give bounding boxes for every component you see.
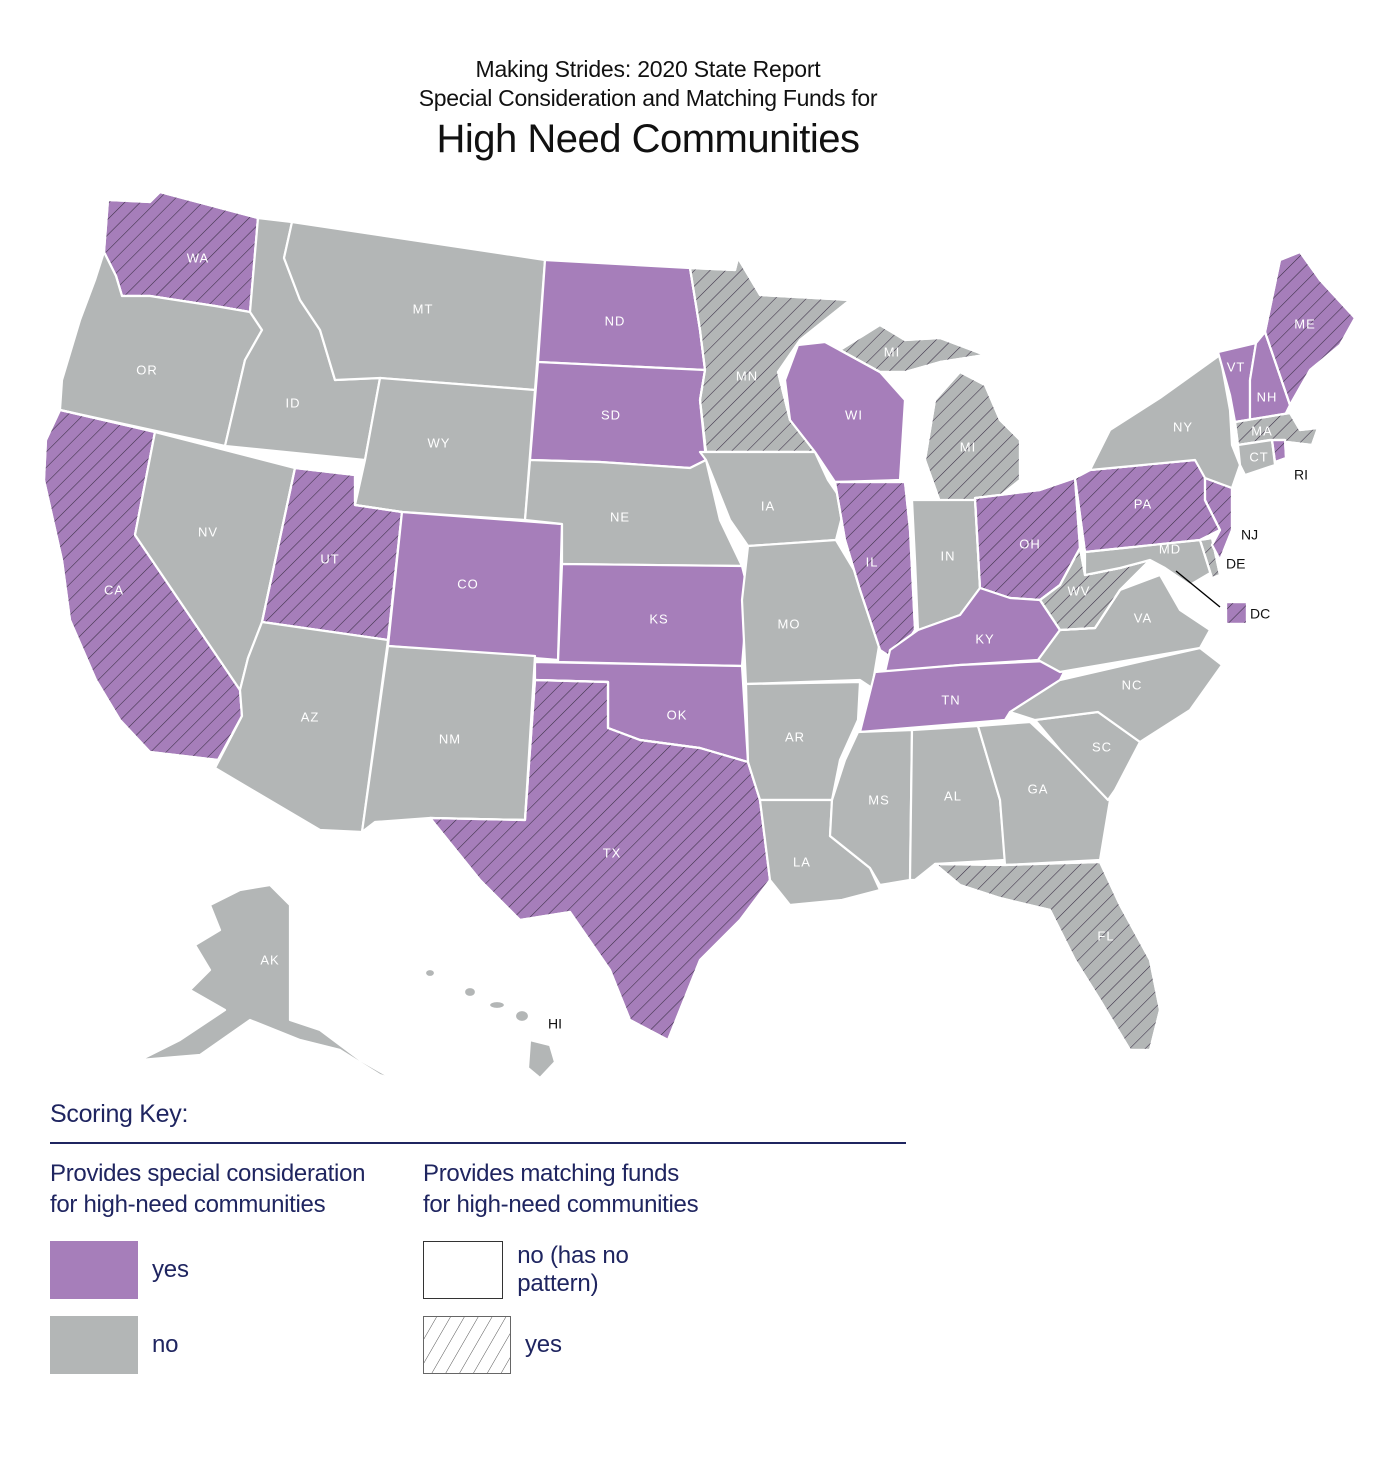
label-ak: AK [260, 952, 279, 967]
label-ut: UT [320, 551, 339, 566]
label-de: DE [1226, 556, 1245, 572]
key-heading-line: for high-need communities [50, 1191, 326, 1218]
key-heading-line: Provides matching funds [423, 1160, 679, 1187]
label-mi: MI [960, 439, 976, 454]
key-item-matching-yes: yes [423, 1316, 562, 1374]
label-ct: CT [1249, 449, 1268, 464]
state-hi[interactable] [423, 967, 557, 1080]
label-dc: DC [1250, 606, 1270, 622]
key-label: yes [152, 1256, 189, 1283]
label-ca: CA [104, 582, 124, 597]
label-ky: KY [975, 631, 994, 646]
swatch-gray [50, 1316, 138, 1374]
report-subtitle: Special Consideration and Matching Funds… [418, 85, 878, 111]
state-mi[interactable] [923, 370, 1022, 504]
label-oh: OH [1019, 536, 1041, 551]
label-ok: OK [667, 707, 688, 722]
state-ri[interactable] [1270, 438, 1288, 464]
label-ms: MS [868, 792, 890, 807]
scoring-key-divider [50, 1142, 906, 1144]
key-heading-line: Provides special consideration [50, 1160, 366, 1187]
swatch-hatch-pattern [423, 1316, 511, 1374]
label-ma: MA [1251, 423, 1273, 438]
key-item-special-no: no [50, 1316, 178, 1374]
label-wv: WV [1068, 583, 1091, 598]
label-co: CO [457, 576, 479, 591]
label-hi: HI [548, 1016, 562, 1032]
label-ri: RI [1294, 467, 1308, 483]
report-title: Making Strides: 2020 State Report [475, 56, 821, 82]
label-ne: NE [610, 509, 630, 524]
label-mn: MN [736, 368, 758, 383]
scoring-key-title: Scoring Key: [50, 1100, 189, 1128]
label-il: IL [866, 554, 879, 569]
key-label: no [152, 1331, 179, 1358]
label-pa: PA [1134, 496, 1152, 511]
swatch-purple [50, 1241, 138, 1299]
label-az: AZ [301, 709, 320, 724]
label-nd: ND [605, 313, 626, 328]
key-column-matching-funds: Provides matching funds for high-need co… [423, 1158, 699, 1374]
label-nm: NM [439, 731, 461, 746]
label-md: MD [1159, 541, 1181, 556]
label-wa: WA [187, 250, 209, 265]
state-dc-inset[interactable] [1224, 600, 1249, 626]
label-fl: FL [1097, 928, 1114, 943]
label-in: IN [941, 548, 956, 563]
key-heading-matching-funds: Provides matching funds for high-need co… [423, 1158, 699, 1220]
scoring-key: Scoring Key: Provides special considerat… [50, 1100, 906, 1374]
hatch-swatch-rect [423, 1316, 511, 1374]
key-column-special-consideration: Provides special consideration for high-… [50, 1158, 365, 1374]
label-wy: WY [428, 435, 451, 450]
label-tx: TX [603, 845, 622, 860]
label-nc: NC [1122, 677, 1143, 692]
label-me: ME [1294, 316, 1316, 331]
swatch-no-pattern [423, 1241, 504, 1299]
state-fl[interactable] [933, 860, 1162, 1052]
key-heading-line: for high-need communities [423, 1191, 699, 1218]
label-nh: NH [1257, 389, 1278, 404]
label-sc: SC [1092, 739, 1112, 754]
label-al: AL [944, 788, 962, 803]
key-label: no (has no pattern) [517, 1242, 629, 1297]
label-ga: GA [1028, 781, 1049, 796]
map-heading: High Need Communities [436, 117, 860, 161]
label-ks: KS [649, 611, 668, 626]
label-or: OR [136, 362, 158, 377]
states-layer [42, 190, 1357, 1080]
label-nj: NJ [1241, 527, 1258, 543]
label-mi-upper: MI [884, 344, 900, 359]
label-wi: WI [845, 407, 863, 422]
key-item-matching-no: no (has no pattern) [423, 1241, 698, 1299]
key-label: yes [525, 1331, 562, 1358]
label-ia: IA [761, 498, 775, 513]
label-tn: TN [941, 692, 960, 707]
us-state-map: WA OR CA ID NV MT WY UT AZ CO NM ND SD N… [42, 190, 1357, 1080]
state-wa[interactable] [102, 190, 260, 314]
label-vt: VT [1227, 359, 1246, 374]
label-mo: MO [778, 616, 801, 631]
label-mt: MT [413, 301, 434, 316]
label-ar: AR [785, 729, 805, 744]
map-title-block: Making Strides: 2020 State Report Specia… [0, 55, 1296, 165]
key-item-special-yes: yes [50, 1241, 189, 1299]
label-va: VA [1134, 610, 1152, 625]
label-la: LA [793, 854, 811, 869]
key-heading-special-consideration: Provides special consideration for high-… [50, 1158, 365, 1220]
label-nv: NV [198, 524, 218, 539]
label-ny: NY [1173, 419, 1193, 434]
label-id: ID [286, 395, 301, 410]
state-ak[interactable] [138, 883, 397, 1080]
label-sd: SD [601, 407, 621, 422]
